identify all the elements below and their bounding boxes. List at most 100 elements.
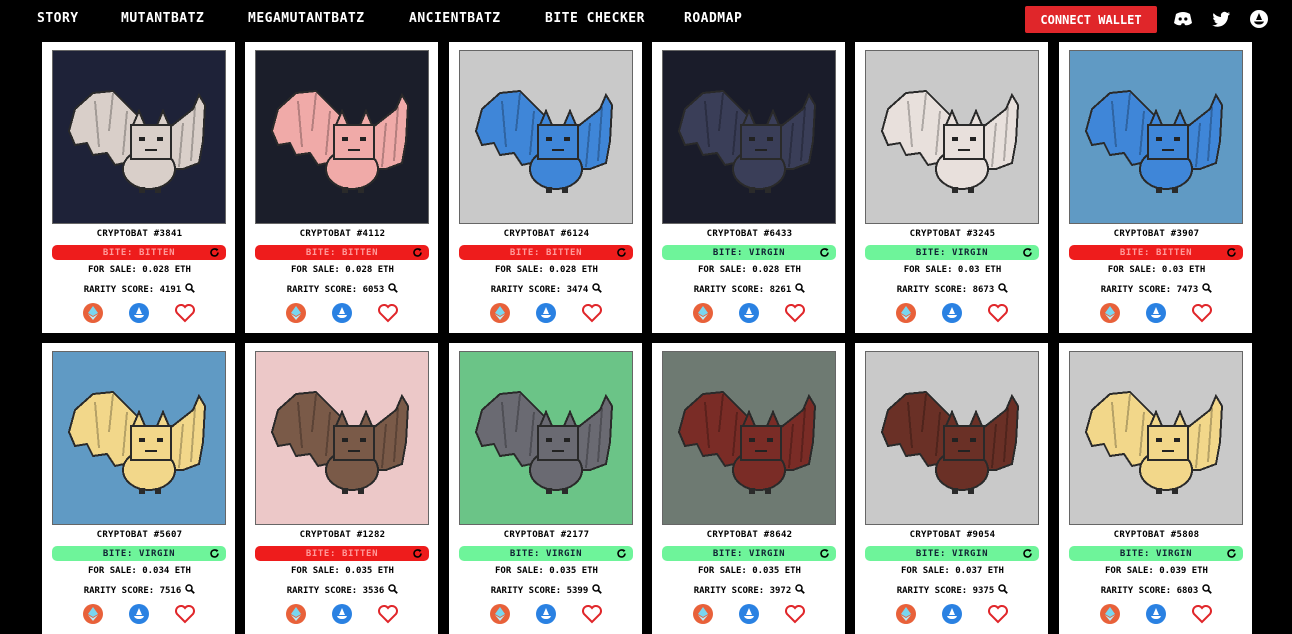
search-icon[interactable]: [592, 584, 603, 594]
eth-gem-icon[interactable]: [489, 302, 511, 324]
opensea-icon[interactable]: [535, 302, 557, 324]
twitter-icon[interactable]: [1211, 9, 1231, 29]
opensea-icon[interactable]: [331, 603, 353, 625]
bat-card[interactable]: CRYPTOBAT #3907 BITE: BITTEN FOR SALE: 0…: [1059, 42, 1252, 333]
refresh-icon[interactable]: [616, 548, 627, 559]
search-icon[interactable]: [388, 283, 399, 293]
opensea-icon[interactable]: [128, 603, 150, 625]
search-icon[interactable]: [185, 283, 196, 293]
bat-card[interactable]: CRYPTOBAT #9054 BITE: VIRGIN FOR SALE: 0…: [855, 343, 1048, 634]
bat-card[interactable]: CRYPTOBAT #2177 BITE: VIRGIN FOR SALE: 0…: [449, 343, 642, 634]
heart-icon[interactable]: [987, 302, 1009, 324]
heart-icon[interactable]: [987, 603, 1009, 625]
refresh-icon[interactable]: [819, 548, 830, 559]
bat-card[interactable]: CRYPTOBAT #3841 BITE: BITTEN FOR SALE: 0…: [42, 42, 235, 333]
eth-gem-icon[interactable]: [1099, 603, 1121, 625]
refresh-icon[interactable]: [616, 247, 627, 258]
opensea-icon[interactable]: [1249, 9, 1269, 29]
nav-link-story[interactable]: STORY: [37, 11, 79, 26]
search-icon[interactable]: [1202, 283, 1213, 293]
bite-status-badge: BITE: VIRGIN: [459, 546, 633, 561]
bat-image[interactable]: [865, 351, 1039, 525]
bat-card[interactable]: CRYPTOBAT #3245 BITE: VIRGIN FOR SALE: 0…: [855, 42, 1048, 333]
refresh-icon[interactable]: [1022, 548, 1033, 559]
refresh-icon[interactable]: [209, 247, 220, 258]
eth-gem-icon[interactable]: [895, 302, 917, 324]
bite-status-text: BITE: VIRGIN: [915, 548, 989, 559]
bat-name: CRYPTOBAT #3841: [96, 229, 183, 239]
heart-icon[interactable]: [581, 302, 603, 324]
search-icon[interactable]: [998, 584, 1009, 594]
heart-icon[interactable]: [174, 302, 196, 324]
refresh-icon[interactable]: [412, 247, 423, 258]
connect-wallet-button[interactable]: CONNECT WALLET: [1025, 6, 1157, 33]
refresh-icon[interactable]: [412, 548, 423, 559]
search-icon[interactable]: [1202, 584, 1213, 594]
nav-link-mutantbatz[interactable]: MUTANTBATZ: [121, 11, 204, 26]
bat-card[interactable]: CRYPTOBAT #4112 BITE: BITTEN FOR SALE: 0…: [245, 42, 438, 333]
bat-image[interactable]: [459, 50, 633, 224]
bat-image[interactable]: [52, 351, 226, 525]
nav-link-ancientbatz[interactable]: ANCIENTBATZ: [409, 11, 501, 26]
bat-image[interactable]: [255, 50, 429, 224]
opensea-icon[interactable]: [941, 603, 963, 625]
nav-link-roadmap[interactable]: ROADMAP: [684, 11, 742, 26]
bat-card[interactable]: CRYPTOBAT #8642 BITE: VIRGIN FOR SALE: 0…: [652, 343, 845, 634]
opensea-icon[interactable]: [1145, 603, 1167, 625]
opensea-icon[interactable]: [738, 302, 760, 324]
card-actions: [1060, 302, 1253, 326]
eth-gem-icon[interactable]: [692, 603, 714, 625]
refresh-icon[interactable]: [1226, 548, 1237, 559]
search-icon[interactable]: [795, 283, 806, 293]
eth-gem-icon[interactable]: [1099, 302, 1121, 324]
eth-gem-icon[interactable]: [82, 603, 104, 625]
bat-card[interactable]: CRYPTOBAT #6433 BITE: VIRGIN FOR SALE: 0…: [652, 42, 845, 333]
refresh-icon[interactable]: [209, 548, 220, 559]
nav-link-bite-checker[interactable]: BITE CHECKER: [545, 11, 645, 26]
heart-icon[interactable]: [174, 603, 196, 625]
opensea-icon[interactable]: [738, 603, 760, 625]
refresh-icon[interactable]: [819, 247, 830, 258]
rarity-text: RARITY SCORE: 6053: [286, 285, 385, 295]
search-icon[interactable]: [592, 283, 603, 293]
bat-card[interactable]: CRYPTOBAT #5607 BITE: VIRGIN FOR SALE: 0…: [42, 343, 235, 634]
opensea-icon[interactable]: [941, 302, 963, 324]
eth-gem-icon[interactable]: [489, 603, 511, 625]
opensea-icon[interactable]: [535, 603, 557, 625]
heart-icon[interactable]: [1191, 603, 1213, 625]
search-icon[interactable]: [388, 584, 399, 594]
eth-gem-icon[interactable]: [895, 603, 917, 625]
nav-link-megamutantbatz[interactable]: MEGAMUTANTBATZ: [248, 11, 365, 26]
refresh-icon[interactable]: [1226, 247, 1237, 258]
opensea-icon[interactable]: [1145, 302, 1167, 324]
bat-image[interactable]: [662, 50, 836, 224]
search-icon[interactable]: [998, 283, 1009, 293]
bat-card[interactable]: CRYPTOBAT #5808 BITE: VIRGIN FOR SALE: 0…: [1059, 343, 1252, 634]
bat-image[interactable]: [1069, 50, 1243, 224]
bat-card[interactable]: CRYPTOBAT #1282 BITE: BITTEN FOR SALE: 0…: [245, 343, 438, 634]
opensea-icon[interactable]: [128, 302, 150, 324]
bat-image[interactable]: [662, 351, 836, 525]
bat-image[interactable]: [865, 50, 1039, 224]
bat-card[interactable]: CRYPTOBAT #6124 BITE: BITTEN FOR SALE: 0…: [449, 42, 642, 333]
heart-icon[interactable]: [377, 302, 399, 324]
heart-icon[interactable]: [377, 603, 399, 625]
bat-image[interactable]: [52, 50, 226, 224]
search-icon[interactable]: [185, 584, 196, 594]
heart-icon[interactable]: [784, 302, 806, 324]
refresh-icon[interactable]: [1022, 247, 1033, 258]
bat-image[interactable]: [459, 351, 633, 525]
search-icon[interactable]: [795, 584, 806, 594]
eth-gem-icon[interactable]: [285, 603, 307, 625]
bat-image[interactable]: [1069, 351, 1243, 525]
discord-icon[interactable]: [1173, 9, 1193, 29]
rarity-score: RARITY SCORE: 8261: [653, 283, 846, 295]
eth-gem-icon[interactable]: [692, 302, 714, 324]
bat-image[interactable]: [255, 351, 429, 525]
eth-gem-icon[interactable]: [285, 302, 307, 324]
heart-icon[interactable]: [581, 603, 603, 625]
opensea-icon[interactable]: [331, 302, 353, 324]
heart-icon[interactable]: [784, 603, 806, 625]
heart-icon[interactable]: [1191, 302, 1213, 324]
eth-gem-icon[interactable]: [82, 302, 104, 324]
